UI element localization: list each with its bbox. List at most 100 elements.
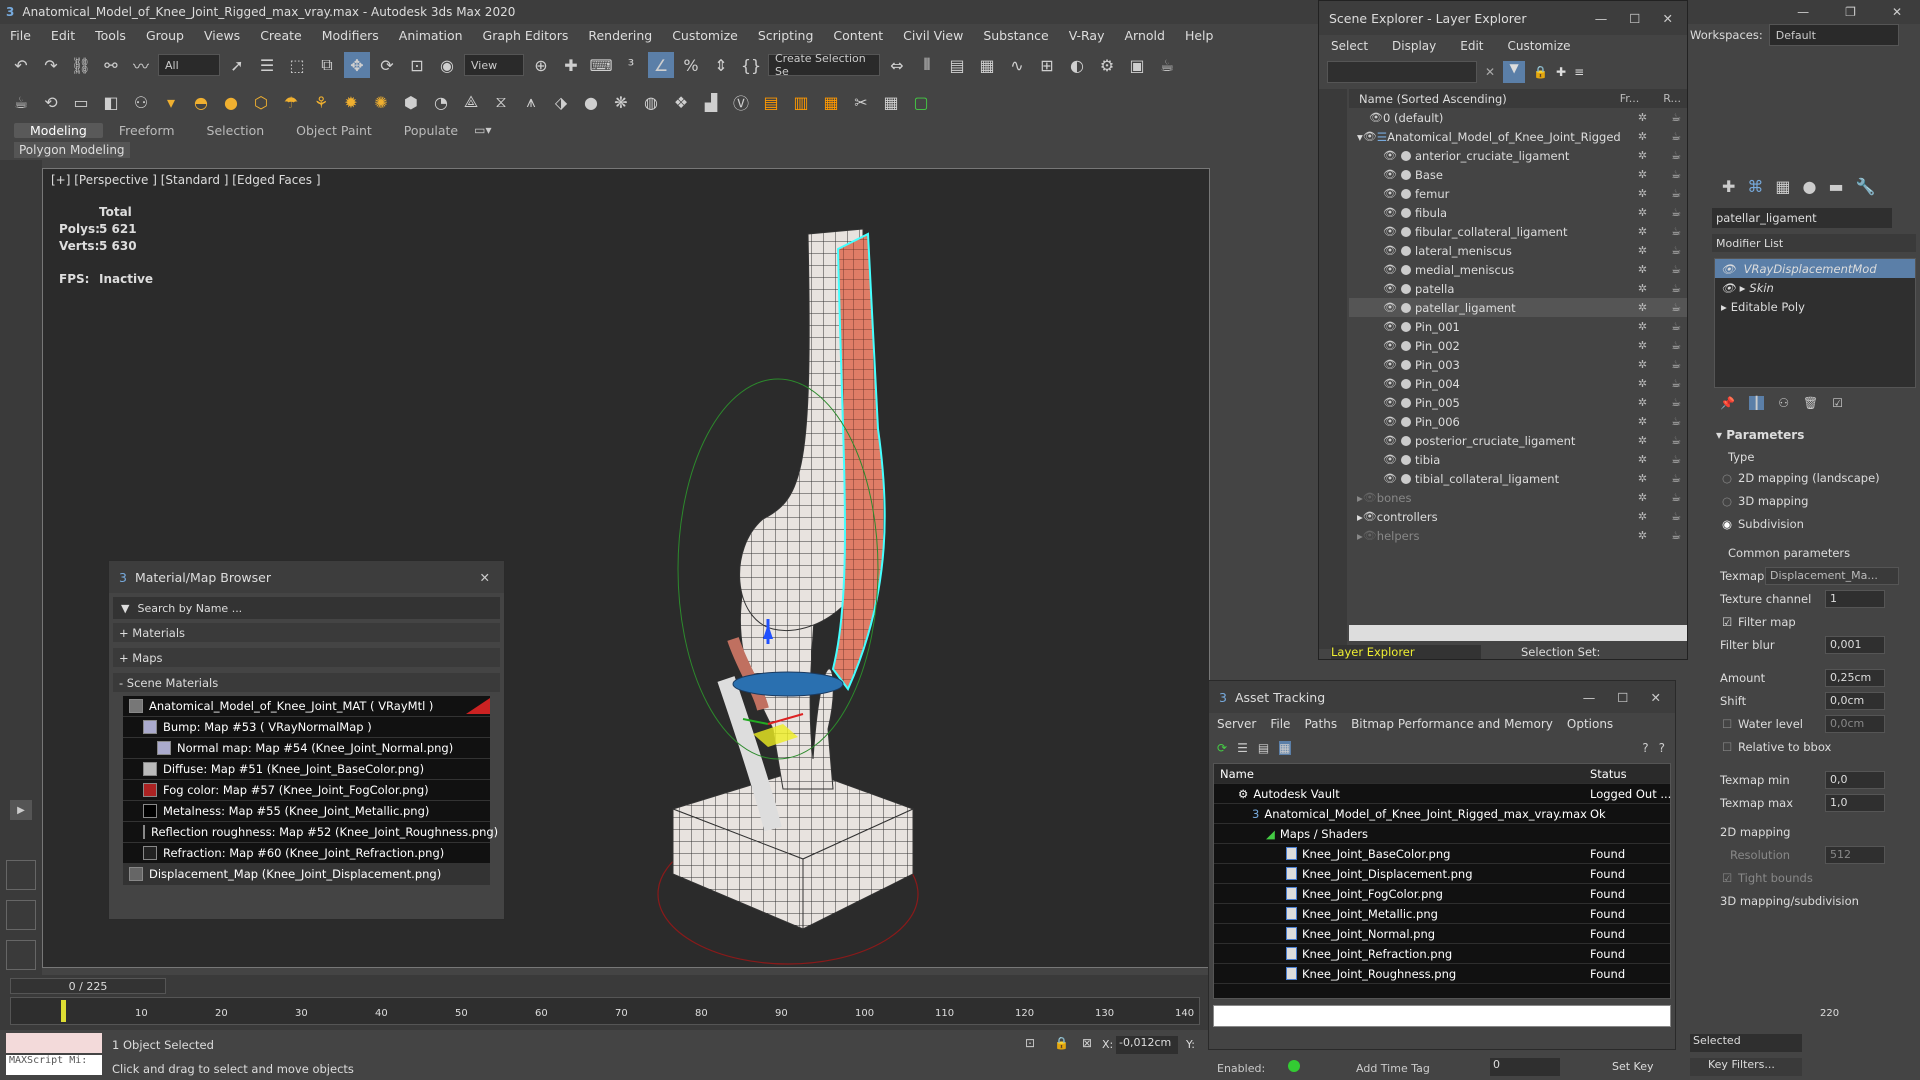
- minimize-icon[interactable]: —: [1583, 690, 1596, 705]
- relative-bbox-row[interactable]: ☐ Relative to bbox: [1710, 735, 1920, 758]
- vray-volume-icon[interactable]: ◍: [638, 89, 664, 115]
- freeze-icon[interactable]: ✲: [1638, 434, 1647, 447]
- visibility-eye-icon[interactable]: 👁: [1383, 453, 1397, 466]
- visibility-eye-icon[interactable]: 👁: [1383, 377, 1397, 390]
- freeze-icon[interactable]: ✲: [1638, 491, 1647, 504]
- undo-icon[interactable]: ↶: [8, 52, 34, 78]
- key-selection-dropdown[interactable]: Selected: [1690, 1034, 1802, 1052]
- parameters-rollout[interactable]: ▾ Parameters: [1710, 428, 1920, 448]
- key-filters-button[interactable]: Key Filters...: [1690, 1058, 1802, 1076]
- placement-icon[interactable]: ◉: [434, 52, 460, 78]
- render-icon[interactable]: ☕: [1671, 358, 1681, 371]
- select-by-name-icon[interactable]: ☰: [254, 52, 280, 78]
- col-status[interactable]: Status: [1590, 767, 1627, 781]
- render-icon[interactable]: ☕: [1671, 225, 1681, 238]
- menu-content[interactable]: Content: [823, 28, 893, 43]
- visibility-eye-icon[interactable]: 👁: [1363, 510, 1377, 523]
- se-menu-customize[interactable]: Customize: [1508, 39, 1571, 53]
- help-alt-icon[interactable]: ?: [1659, 741, 1665, 755]
- section-scene-materials[interactable]: - Scene Materials: [113, 673, 500, 692]
- vray-fur-icon[interactable]: ◔: [428, 89, 454, 115]
- align-icon[interactable]: ⫴: [914, 52, 940, 78]
- se-filter-strip[interactable]: [1319, 89, 1347, 649]
- freeze-icon[interactable]: ✲: [1638, 339, 1647, 352]
- map-item[interactable]: Bump: Map #53 ( VRayNormalMap ): [123, 717, 490, 738]
- add-layer-icon[interactable]: ✚: [1556, 65, 1566, 79]
- x-coordinate[interactable]: -0,012cm: [1116, 1036, 1178, 1054]
- menu-views[interactable]: Views: [194, 28, 250, 43]
- mat-search[interactable]: ▼ Search by Name ...: [113, 597, 500, 619]
- asset-row[interactable]: 3 Anatomical_Model_of_Knee_Joint_Rigged_m…: [1214, 804, 1670, 824]
- list-icon[interactable]: ☰: [1237, 741, 1248, 755]
- render-icon[interactable]: ☕: [1671, 282, 1681, 295]
- freeze-icon[interactable]: ✲: [1638, 187, 1647, 200]
- pin-stack-icon[interactable]: 📌: [1720, 396, 1735, 410]
- expand-icon[interactable]: ▸: [1721, 300, 1727, 314]
- radio-3d-mapping[interactable]: ○ 3D mapping: [1710, 489, 1920, 512]
- col-name[interactable]: Name (Sorted Ascending): [1359, 92, 1507, 106]
- object-row[interactable]: 👁 medial_meniscus ✲ ☕: [1349, 260, 1687, 279]
- freeze-icon[interactable]: ✲: [1638, 206, 1647, 219]
- visibility-eye-icon[interactable]: 👁: [1383, 149, 1397, 162]
- visibility-eye-icon[interactable]: 👁: [1383, 320, 1397, 333]
- layer-row[interactable]: ▸ 👁 controllers ✲ ☕: [1349, 507, 1687, 526]
- time-slider[interactable]: 0 / 225: [10, 978, 166, 994]
- filter-blur-spinner[interactable]: 0,001: [1825, 635, 1885, 654]
- close-icon[interactable]: ✕: [480, 570, 490, 585]
- asset-row[interactable]: Knee_Joint_Metallic.png Found: [1214, 904, 1670, 924]
- se-search-input[interactable]: [1327, 61, 1477, 83]
- map-item[interactable]: Refraction: Map #60 (Knee_Joint_Refracti…: [123, 843, 490, 864]
- display-tab-icon[interactable]: ▬: [1829, 177, 1844, 196]
- object-row[interactable]: 👁 tibia ✲ ☕: [1349, 450, 1687, 469]
- restore-icon[interactable]: ❐: [1845, 5, 1856, 19]
- visibility-eye-icon[interactable]: 👁: [1383, 301, 1397, 314]
- tab-populate[interactable]: Populate: [388, 123, 474, 138]
- layout-split-icon[interactable]: [6, 900, 36, 930]
- link-icon[interactable]: ⛓: [68, 52, 94, 78]
- visibility-eye-icon[interactable]: 👁: [1369, 111, 1383, 124]
- vray-logo-icon[interactable]: Ⓥ: [728, 89, 754, 115]
- menu-graph-editors[interactable]: Graph Editors: [473, 28, 579, 43]
- asset-menu-bitmap[interactable]: Bitmap Performance and Memory: [1351, 717, 1553, 731]
- ribbon-toggle-icon[interactable]: ▦: [974, 52, 1000, 78]
- object-row[interactable]: 👁 Pin_001 ✲ ☕: [1349, 317, 1687, 336]
- shift-spinner[interactable]: 0,0cm: [1825, 691, 1885, 710]
- forest-tools-icon[interactable]: ▦: [818, 89, 844, 115]
- object-name-field[interactable]: patellar_ligament: [1712, 208, 1892, 228]
- snap-icon[interactable]: ³: [618, 52, 644, 78]
- texmap-button[interactable]: Displacement_Ma...: [1765, 566, 1899, 585]
- object-row[interactable]: 👁 fibula ✲ ☕: [1349, 203, 1687, 222]
- freeze-icon[interactable]: ✲: [1638, 320, 1647, 333]
- se-menu-display[interactable]: Display: [1392, 39, 1436, 53]
- freeze-icon[interactable]: ✲: [1638, 263, 1647, 276]
- table-view-icon[interactable]: ▦: [1279, 741, 1291, 755]
- add-time-tag[interactable]: Add Time Tag: [1356, 1062, 1430, 1075]
- freeze-icon[interactable]: ✲: [1638, 244, 1647, 257]
- ambient-light-icon[interactable]: ⚘: [308, 89, 334, 115]
- lock-icon[interactable]: 🔒: [1054, 1036, 1069, 1050]
- asset-menu-paths[interactable]: Paths: [1304, 717, 1337, 731]
- scale-icon[interactable]: ⊡: [404, 52, 430, 78]
- angle-snap-icon[interactable]: ∠: [648, 52, 674, 78]
- freeze-icon[interactable]: ✲: [1638, 301, 1647, 314]
- light-icon[interactable]: ▾: [158, 89, 184, 115]
- render-icon[interactable]: ☕: [1671, 453, 1681, 466]
- sky-icon[interactable]: ✺: [368, 89, 394, 115]
- show-end-result-icon[interactable]: ┃: [1748, 396, 1765, 410]
- set-key-button[interactable]: Set Key: [1612, 1060, 1654, 1073]
- render-icon[interactable]: ☕: [1671, 529, 1681, 542]
- asset-row[interactable]: Knee_Joint_Refraction.png Found: [1214, 944, 1670, 964]
- render-icon[interactable]: ☕: [1671, 301, 1681, 314]
- clear-icon[interactable]: ✕: [1485, 65, 1495, 79]
- render-icon[interactable]: ☕: [1671, 434, 1681, 447]
- eye-icon[interactable]: 👁: [1721, 281, 1736, 295]
- configure-sets-icon[interactable]: ☑: [1832, 396, 1843, 410]
- visibility-eye-icon[interactable]: 👁: [1383, 434, 1397, 447]
- close-icon[interactable]: ✕: [1892, 5, 1902, 19]
- move-icon[interactable]: ✥: [344, 52, 370, 78]
- texmap-min-spinner[interactable]: 0,0: [1825, 770, 1885, 789]
- asset-row[interactable]: ⚙ Autodesk Vault Logged Out ...: [1214, 784, 1671, 804]
- mesh-light-icon[interactable]: ⬡: [248, 89, 274, 115]
- visibility-eye-icon[interactable]: 👁: [1383, 339, 1397, 352]
- menu-create[interactable]: Create: [250, 28, 312, 43]
